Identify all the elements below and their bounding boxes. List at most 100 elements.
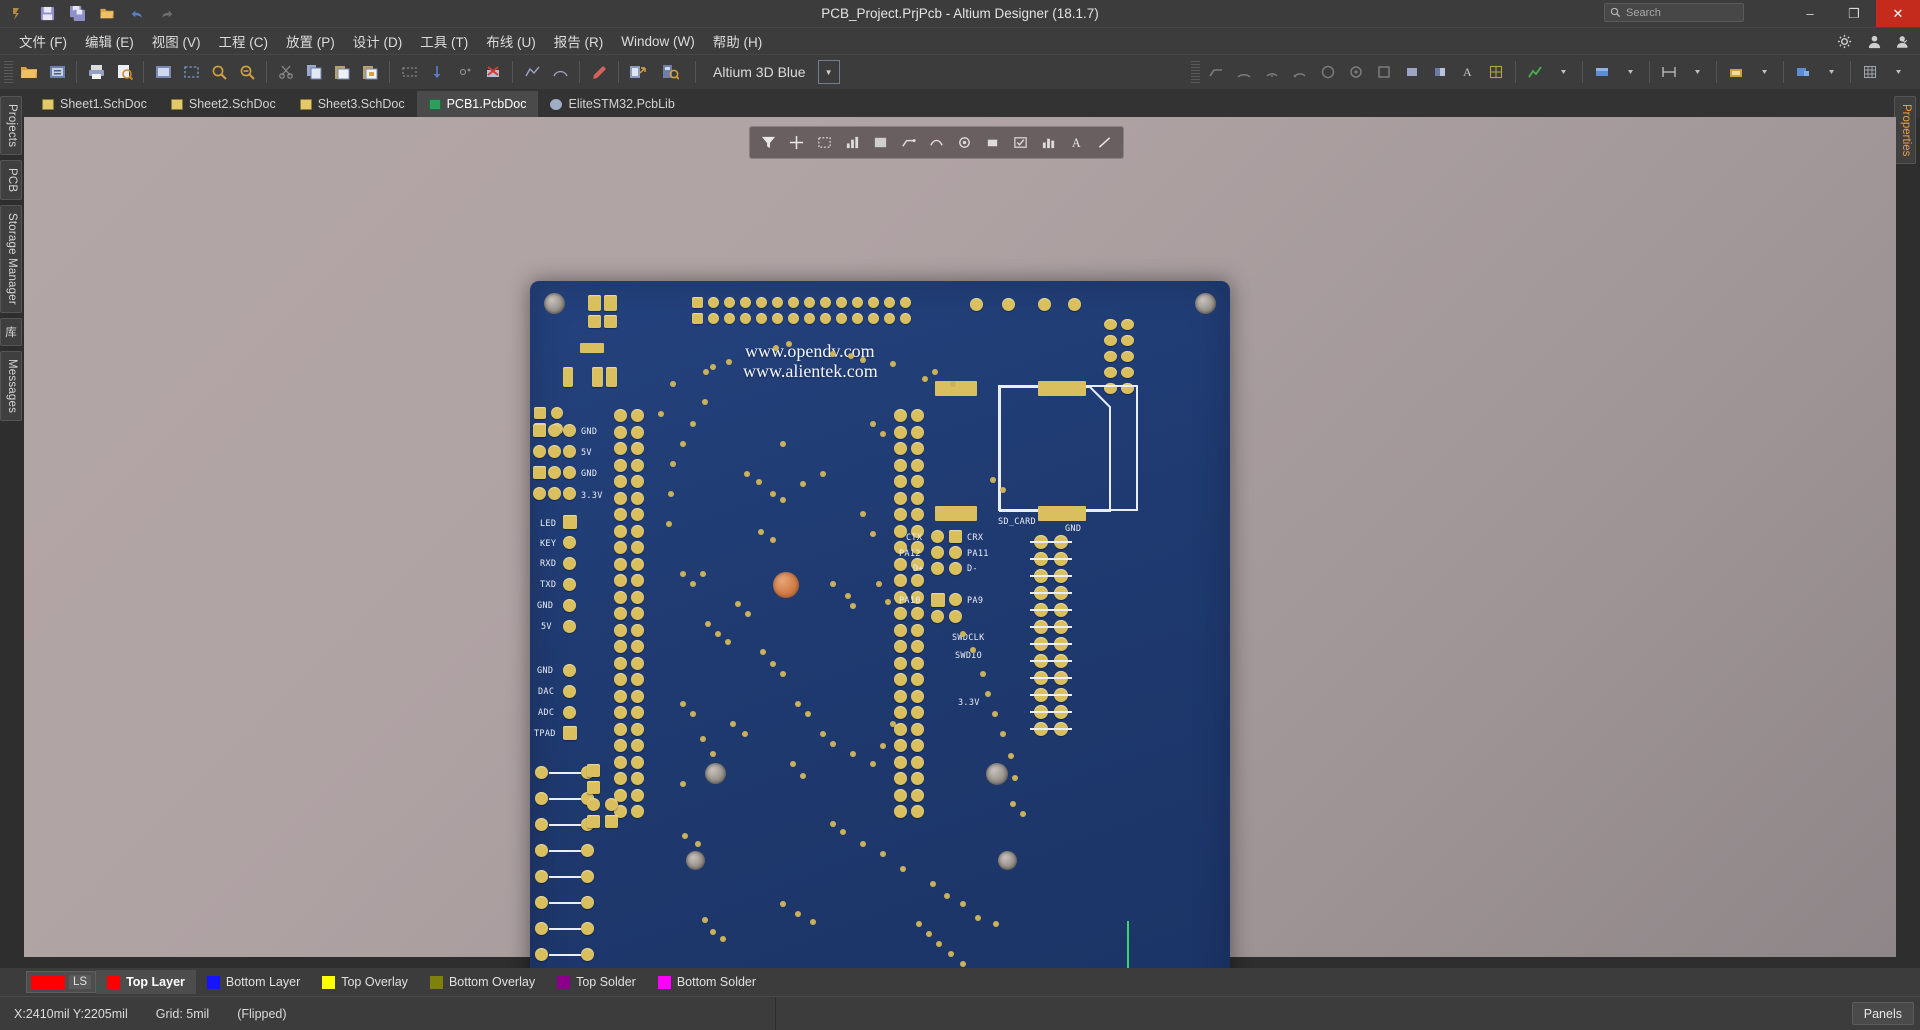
room-icon[interactable] bbox=[1723, 59, 1749, 85]
place-string-icon[interactable]: A bbox=[1455, 59, 1481, 85]
print-preview-icon[interactable] bbox=[111, 59, 137, 85]
component-place-icon[interactable] bbox=[1790, 59, 1816, 85]
panel-tab-projects[interactable]: Projects bbox=[0, 96, 22, 156]
rules-icon[interactable] bbox=[1589, 59, 1615, 85]
silk-connector-line bbox=[549, 954, 581, 956]
save-all-icon[interactable] bbox=[67, 4, 87, 24]
copy-icon[interactable] bbox=[301, 59, 327, 85]
menu-item-design[interactable]: 设计 (D) bbox=[344, 28, 412, 54]
route-icon[interactable] bbox=[896, 130, 921, 155]
text-icon[interactable]: A bbox=[1064, 130, 1089, 155]
tab-sheet1-schdoc[interactable]: Sheet1.SchDoc bbox=[30, 91, 159, 117]
panel-tab-library[interactable]: 库 bbox=[0, 318, 22, 346]
layer-set-selector[interactable]: LS bbox=[26, 971, 97, 993]
grid-dropdown-icon[interactable] bbox=[1885, 59, 1911, 85]
minimize-button[interactable]: – bbox=[1788, 0, 1832, 27]
maximize-button[interactable]: ❐ bbox=[1832, 0, 1876, 27]
open-project-icon[interactable] bbox=[44, 59, 70, 85]
place-polygon-icon[interactable] bbox=[1427, 59, 1453, 85]
tab-sheet3-schdoc[interactable]: Sheet3.SchDoc bbox=[288, 91, 417, 117]
net-icon[interactable] bbox=[924, 130, 949, 155]
move-down-icon[interactable] bbox=[424, 59, 450, 85]
chart-dropdown-icon[interactable] bbox=[1550, 59, 1576, 85]
toolbar-grip-right[interactable] bbox=[1191, 61, 1200, 83]
user-alert-icon[interactable] bbox=[1866, 34, 1882, 50]
place-fill-icon[interactable] bbox=[1399, 59, 1425, 85]
room-dropdown-icon[interactable] bbox=[1751, 59, 1777, 85]
dimension-icon[interactable] bbox=[1656, 59, 1682, 85]
view-config-icon[interactable] bbox=[657, 59, 683, 85]
place-grid-icon[interactable] bbox=[1483, 59, 1509, 85]
crosshair-icon[interactable] bbox=[784, 130, 809, 155]
undo-icon[interactable] bbox=[127, 4, 147, 24]
layer-tab-bottom-solder[interactable]: Bottom Solder bbox=[647, 970, 767, 994]
zoom-out-icon[interactable] bbox=[234, 59, 260, 85]
pcb-canvas[interactable]: A www.opendv.com www.alientek.com GND 5V… bbox=[24, 117, 1896, 1030]
print-icon[interactable] bbox=[83, 59, 109, 85]
layers-icon[interactable] bbox=[868, 130, 893, 155]
menu-item-view[interactable]: 视图 (V) bbox=[143, 28, 210, 54]
dimension-dropdown-icon[interactable] bbox=[1684, 59, 1710, 85]
pad-icon[interactable] bbox=[952, 130, 977, 155]
menu-item-place[interactable]: 放置 (P) bbox=[277, 28, 344, 54]
measure-icon[interactable] bbox=[840, 130, 865, 155]
paste-icon[interactable] bbox=[329, 59, 355, 85]
open-folder-icon[interactable] bbox=[97, 4, 117, 24]
zoom-in-icon[interactable] bbox=[206, 59, 232, 85]
zoom-area-icon[interactable] bbox=[178, 59, 204, 85]
browse-components-icon[interactable] bbox=[625, 59, 651, 85]
grid-settings-icon[interactable] bbox=[1857, 59, 1883, 85]
panels-button[interactable]: Panels bbox=[1851, 1002, 1914, 1025]
save-icon[interactable] bbox=[37, 4, 57, 24]
panel-tab-storage-manager[interactable]: Storage Manager bbox=[0, 205, 22, 314]
chevron-down-icon[interactable]: ▼ bbox=[817, 60, 840, 84]
panel-tab-properties[interactable]: Properties bbox=[1894, 96, 1916, 165]
panel-tab-messages[interactable]: Messages bbox=[0, 350, 22, 421]
layer-tab-top-layer[interactable]: Top Layer bbox=[96, 970, 196, 994]
config-combo[interactable]: Altium 3D Blue ▼ bbox=[656, 59, 840, 85]
checkbox-icon[interactable] bbox=[1008, 130, 1033, 155]
component-dropdown-icon[interactable] bbox=[1818, 59, 1844, 85]
menu-item-edit[interactable]: 编辑 (E) bbox=[76, 28, 143, 54]
menu-item-route[interactable]: 布线 (U) bbox=[477, 28, 545, 54]
layer-tab-bottom-overlay[interactable]: Bottom Overlay bbox=[419, 970, 546, 994]
fill-icon[interactable] bbox=[980, 130, 1005, 155]
search-box[interactable]: Search bbox=[1604, 3, 1744, 22]
menu-item-file[interactable]: 文件 (F) bbox=[10, 28, 76, 54]
panel-tab-pcb[interactable]: PCB bbox=[0, 160, 22, 201]
pad-left-header bbox=[614, 590, 627, 604]
tab-sheet2-schdoc[interactable]: Sheet2.SchDoc bbox=[159, 91, 288, 117]
filter-icon[interactable] bbox=[756, 130, 781, 155]
tab-pcb1-pcbdoc[interactable]: PCB1.PcbDoc bbox=[416, 91, 539, 117]
layer-tab-top-solder[interactable]: Top Solder bbox=[546, 970, 647, 994]
open-document-icon[interactable] bbox=[16, 59, 42, 85]
menu-item-help[interactable]: 帮助 (H) bbox=[704, 28, 772, 54]
close-button[interactable]: ✕ bbox=[1876, 0, 1920, 27]
user-account-icon[interactable] bbox=[1896, 34, 1912, 50]
layer-tab-top-overlay[interactable]: Top Overlay bbox=[311, 970, 419, 994]
draw-arc-icon[interactable] bbox=[547, 59, 573, 85]
pad-left-header bbox=[631, 755, 644, 769]
line-icon[interactable] bbox=[1092, 130, 1117, 155]
tab-elitestm32-pcblib[interactable]: EliteSTM32.PcbLib bbox=[538, 91, 686, 117]
draw-line-icon[interactable] bbox=[519, 59, 545, 85]
pad-left-header bbox=[614, 689, 627, 703]
component-pad bbox=[588, 295, 601, 311]
toolbar-grip-left[interactable] bbox=[4, 61, 13, 83]
select-area-icon[interactable] bbox=[812, 130, 837, 155]
marker-icon[interactable] bbox=[586, 59, 612, 85]
bar-chart-icon[interactable] bbox=[1036, 130, 1061, 155]
menu-item-project[interactable]: 工程 (C) bbox=[210, 28, 278, 54]
chart-icon[interactable] bbox=[1522, 59, 1548, 85]
menu-item-tools[interactable]: 工具 (T) bbox=[411, 28, 477, 54]
zoom-fit-icon[interactable] bbox=[150, 59, 176, 85]
clear-selection-icon[interactable] bbox=[480, 59, 506, 85]
layer-tab-bottom-layer[interactable]: Bottom Layer bbox=[196, 970, 311, 994]
menu-item-window[interactable]: Window (W) bbox=[612, 31, 704, 52]
menu-item-reports[interactable]: 报告 (R) bbox=[545, 28, 613, 54]
pad-left-header bbox=[614, 772, 627, 785]
rules-dropdown-icon[interactable] bbox=[1617, 59, 1643, 85]
gear-icon[interactable] bbox=[1836, 34, 1852, 50]
pcb-board-3d-view[interactable]: www.opendv.com www.alientek.com Elite ST… bbox=[530, 281, 1230, 1030]
paste-special-icon[interactable] bbox=[357, 59, 383, 85]
